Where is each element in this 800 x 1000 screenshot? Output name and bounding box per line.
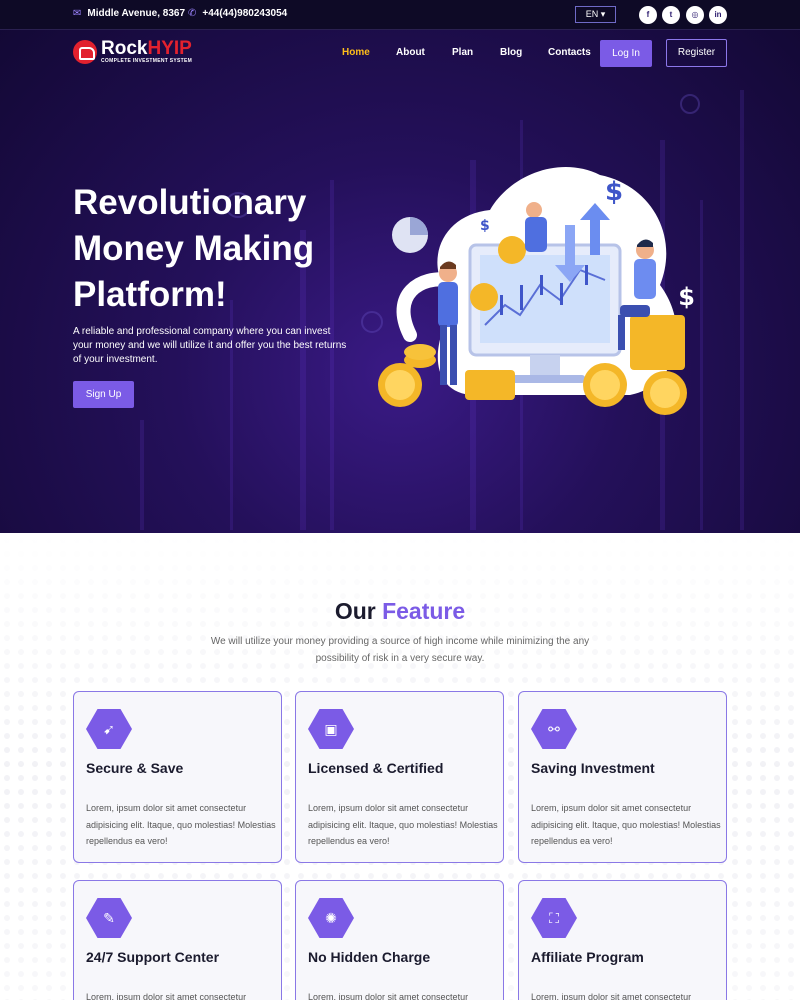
features-title-plain: Our — [334, 598, 376, 624]
logo-icon — [73, 40, 97, 64]
hero-title: Revolutionary Money Making Platform! — [73, 183, 315, 314]
instagram-icon[interactable]: ◎ — [686, 6, 704, 24]
feature-card-text: Lorem, ipsum dolor sit amet consectetur … — [308, 803, 498, 846]
features-title: Our Feature — [0, 598, 800, 625]
feature-card-title: Secure & Save — [86, 760, 184, 776]
feature-card-title: 24/7 Support Center — [86, 949, 220, 965]
top-bar: ✉ Middle Avenue, 8367 ✆ +44(44)980243054… — [0, 0, 800, 30]
nav-plan[interactable]: Plan — [452, 47, 473, 58]
feature-card[interactable]: ➹ Secure & Save Lorem, ipsum dolor sit a… — [73, 691, 282, 863]
phone-text: +44(44)980243054 — [202, 8, 288, 19]
features-subtitle: We will utilize your money providing a s… — [210, 636, 590, 664]
network-icon: ⚯ — [531, 709, 577, 749]
chevron-down-icon: ▾ — [600, 9, 606, 19]
brand-name-main: Rock — [101, 38, 148, 59]
linkedin-icon[interactable]: in — [709, 6, 727, 24]
nav-about[interactable]: About — [396, 47, 425, 58]
language-label: EN — [585, 9, 599, 19]
rocket-icon: ➹ — [86, 709, 132, 749]
phone-icon: ✆ — [188, 8, 197, 19]
feature-card[interactable]: ✺ No Hidden Charge Lorem, ipsum dolor si… — [295, 880, 504, 1000]
briefcase-icon: ▣ — [308, 709, 354, 749]
feature-card-text: Lorem, ipsum dolor sit amet consectetur … — [86, 992, 247, 1000]
brand-logo[interactable]: RockHYIP COMPLETE INVESTMENT SYSTEM — [73, 38, 193, 64]
feature-card-title: No Hidden Charge — [308, 949, 431, 965]
mail-icon: ✉ — [73, 8, 82, 19]
feature-card[interactable]: ⚯ Saving Investment Lorem, ipsum dolor s… — [518, 691, 727, 863]
hero-section: ✉ Middle Avenue, 8367 ✆ +44(44)980243054… — [0, 0, 800, 533]
feature-card[interactable]: ✎ 24/7 Support Center Lorem, ipsum dolor… — [73, 880, 282, 1000]
language-selector[interactable]: EN ▾ — [575, 6, 616, 23]
signup-button[interactable]: Sign Up — [73, 381, 134, 408]
address-text: Middle Avenue, 8367 — [87, 8, 186, 19]
hero-description: A reliable and professional company wher… — [73, 326, 347, 365]
svg-text:$: $ — [678, 283, 695, 311]
feature-card-text: Lorem, ipsum dolor sit amet consectetur … — [86, 803, 276, 846]
feature-card-title: Licensed & Certified — [308, 760, 444, 776]
features-title-accent: Feature — [382, 598, 466, 624]
feature-card-title: Affiliate Program — [531, 949, 644, 965]
address-item: ✉ Middle Avenue, 8367 — [73, 8, 185, 19]
nav-blog[interactable]: Blog — [500, 47, 522, 58]
brand-name-accent: HYIP — [147, 38, 192, 59]
expand-icon: ⛶ — [531, 898, 577, 938]
facebook-icon[interactable]: f — [639, 6, 657, 24]
feature-card[interactable]: ▣ Licensed & Certified Lorem, ipsum dolo… — [295, 691, 504, 863]
twitter-icon[interactable]: t — [662, 6, 680, 24]
nav-home[interactable]: Home — [342, 47, 370, 58]
brand-name: RockHYIP — [101, 38, 192, 59]
support-icon: ✎ — [86, 898, 132, 938]
nav-contacts[interactable]: Contacts — [548, 47, 591, 58]
svg-text:$: $ — [605, 177, 623, 207]
phone-item[interactable]: ✆ +44(44)980243054 — [188, 8, 287, 19]
login-button[interactable]: Log In — [600, 40, 652, 67]
feature-card-text: Lorem, ipsum dolor sit amet consectetur … — [308, 992, 469, 1000]
brand-tagline: COMPLETE INVESTMENT SYSTEM — [101, 58, 193, 64]
svg-text:$: $ — [480, 218, 490, 234]
feature-card-text: Lorem, ipsum dolor sit amet consectetur … — [531, 992, 692, 1000]
globe-icon: ✺ — [308, 898, 354, 938]
register-button[interactable]: Register — [666, 39, 727, 67]
feature-card-text: Lorem, ipsum dolor sit amet consectetur … — [531, 803, 721, 846]
feature-card[interactable]: ⛶ Affiliate Program Lorem, ipsum dolor s… — [518, 880, 727, 1000]
investment-illustration: $ $ $ — [378, 167, 695, 415]
feature-card-title: Saving Investment — [531, 760, 655, 776]
